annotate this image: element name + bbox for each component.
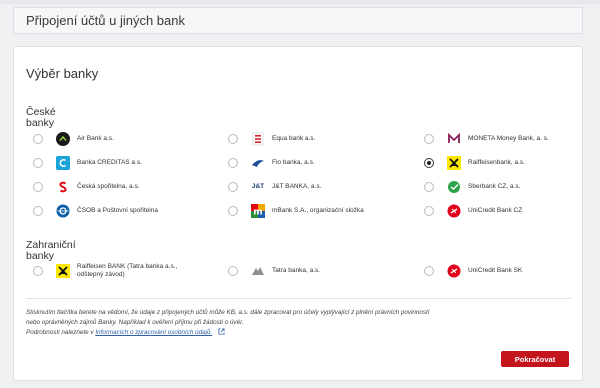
bank-name: J&T BANKA, a.s. xyxy=(272,183,322,190)
unicredit-logo-icon xyxy=(447,264,461,278)
ceska-sporitelna-logo-icon xyxy=(56,180,70,194)
radio-raiffeisen-sk[interactable] xyxy=(33,266,43,276)
radio-mbank[interactable] xyxy=(228,206,238,216)
moneta-logo-icon xyxy=(447,132,461,146)
bank-option-raiffeisenbank[interactable]: Raiffeisenbank, a.s. xyxy=(424,154,525,172)
jt-banka-logo-icon: J&T xyxy=(251,182,265,190)
bank-name: Banka CREDITAS a.s. xyxy=(77,159,142,166)
radio-tatra-banka[interactable] xyxy=(228,266,238,276)
bank-option-csob[interactable]: ČSOB a Poštovní spořitelna xyxy=(33,202,158,220)
note-prefix: Podrobnosti naleznete v xyxy=(26,329,94,336)
foreign-banks-label: Zahraniční banky xyxy=(26,239,76,262)
raiffeisen-logo-icon xyxy=(447,156,461,170)
bank-name: Česká spořitelna, a.s. xyxy=(77,183,140,190)
radio-csob[interactable] xyxy=(33,206,43,216)
privacy-note: Stisknutím tlačítka berete na vědomí, že… xyxy=(26,308,486,338)
csob-logo-icon xyxy=(56,204,70,218)
raiffeisen-logo-icon xyxy=(56,264,70,278)
bank-option-sberbank[interactable]: Sberbank CZ, a.s. xyxy=(424,178,520,196)
radio-jt-banka[interactable] xyxy=(228,182,238,192)
radio-fio[interactable] xyxy=(228,158,238,168)
czech-banks-label: České banky xyxy=(26,106,56,129)
svg-text:m: m xyxy=(253,208,262,218)
sberbank-logo-icon xyxy=(447,180,461,194)
radio-moneta[interactable] xyxy=(424,134,434,144)
bank-name: Tatra banka, a.s. xyxy=(272,267,321,274)
section-title: Výběr banky xyxy=(26,66,99,81)
bank-option-creditas[interactable]: Banka CREDITAS a.s. xyxy=(33,154,142,172)
top-strip xyxy=(0,0,600,4)
bank-selection-card: Výběr banky České banky Zahraniční banky… xyxy=(13,46,583,381)
bank-option-moneta[interactable]: MONETA Money Bank, a. s. xyxy=(424,130,549,148)
bank-option-air-bank[interactable]: Air Bank a.s. xyxy=(33,130,114,148)
bank-option-equa-bank[interactable]: Equa bank a.s. xyxy=(228,130,315,148)
bank-name: ČSOB a Poštovní spořitelna xyxy=(77,207,158,214)
bank-option-raiffeisen-sk[interactable]: Raiffeisen BANK (Tatra banka a.s., odšte… xyxy=(33,262,187,280)
bank-option-unicredit-cz[interactable]: UniCredit Bank CZ xyxy=(424,202,522,220)
unicredit-logo-icon xyxy=(447,204,461,218)
bank-option-ceska-sporitelna[interactable]: Česká spořitelna, a.s. xyxy=(33,178,140,196)
radio-air-bank[interactable] xyxy=(33,134,43,144)
page-title: Připojení účtů u jiných bank xyxy=(26,13,185,28)
bank-option-mbank[interactable]: m mBank S.A., organizační složka xyxy=(228,202,364,220)
radio-equa-bank[interactable] xyxy=(228,134,238,144)
bank-name: MONETA Money Bank, a. s. xyxy=(468,135,549,142)
page-header: Připojení účtů u jiných bank xyxy=(13,7,583,34)
bank-name: UniCredit Bank SK xyxy=(468,267,523,274)
fio-logo-icon xyxy=(251,156,265,170)
radio-unicredit-cz[interactable] xyxy=(424,206,434,216)
divider xyxy=(26,298,572,299)
bank-name: Raiffeisenbank, a.s. xyxy=(468,159,525,166)
radio-creditas[interactable] xyxy=(33,158,43,168)
bank-name: Sberbank CZ, a.s. xyxy=(468,183,521,190)
external-link-icon[interactable] xyxy=(218,328,225,335)
tatra-banka-logo-icon xyxy=(251,264,265,278)
bank-option-tatra-banka[interactable]: Tatra banka, a.s. xyxy=(228,262,320,280)
bank-option-fio[interactable]: Fio banka, a.s. xyxy=(228,154,315,172)
bank-name: Air Bank a.s. xyxy=(77,135,114,142)
radio-raiffeisenbank[interactable] xyxy=(424,158,434,168)
equa-bank-logo-icon xyxy=(251,132,265,146)
bank-option-jt-banka[interactable]: J&T J&T BANKA, a.s. xyxy=(228,178,321,196)
note-line: Podrobnosti naleznete v Informacích o zp… xyxy=(26,328,486,338)
continue-button[interactable]: Pokračovat xyxy=(501,351,569,367)
bank-name: UniCredit Bank CZ xyxy=(468,207,523,214)
bank-name: Equa bank a.s. xyxy=(272,135,316,142)
bank-name: mBank S.A., organizační složka xyxy=(272,207,364,214)
creditas-logo-icon xyxy=(56,156,70,170)
mbank-logo-icon: m xyxy=(251,204,265,218)
note-line: Stisknutím tlačítka berete na vědomí, že… xyxy=(26,309,430,316)
radio-unicredit-sk[interactable] xyxy=(424,266,434,276)
bank-name: Raiffeisen BANK (Tatra banka a.s., odšte… xyxy=(77,263,178,278)
bank-name: Fio banka, a.s. xyxy=(272,159,315,166)
radio-ceska-sporitelna[interactable] xyxy=(33,182,43,192)
radio-sberbank[interactable] xyxy=(424,182,434,192)
privacy-info-link[interactable]: Informacích o zpracování osobních údajů. xyxy=(95,329,212,336)
bank-option-unicredit-sk[interactable]: UniCredit Bank SK xyxy=(424,262,522,280)
air-bank-logo-icon xyxy=(56,132,70,146)
note-line: nebo oprávněných zájmů Banky. Například … xyxy=(26,319,244,326)
